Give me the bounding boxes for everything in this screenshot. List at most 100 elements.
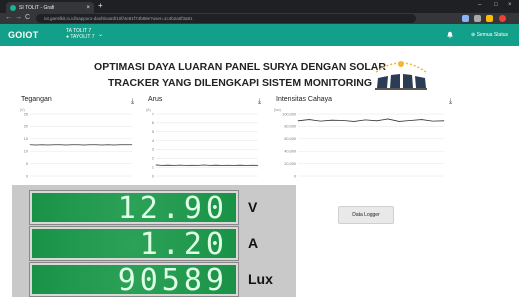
data-point: [342, 120, 344, 121]
data-point: [161, 165, 163, 166]
data-point: [227, 164, 229, 166]
data-point: [125, 144, 127, 146]
data-point: [83, 144, 85, 146]
data-point: [203, 164, 205, 166]
data-point: [41, 144, 43, 146]
lux-value: 90589: [117, 263, 228, 297]
extension-icon[interactable]: [462, 15, 469, 22]
tab-close-icon[interactable]: ×: [86, 5, 90, 11]
current-unit: A: [248, 235, 259, 251]
back-icon[interactable]: ←: [5, 14, 12, 21]
maximize-icon[interactable]: □: [494, 2, 498, 8]
y-tick-label: 3: [152, 148, 154, 152]
chart-intensitas-cahaya: (lux)100,000 80,000 60,000 40,000 20,000 0: [274, 108, 445, 178]
chevron-down-icon[interactable]: ⌄: [98, 31, 103, 38]
url-field[interactable]: iot.gantilkit.io.id/sapporo-dashboard/10…: [36, 14, 416, 23]
y-tick-label: 20,000: [284, 162, 296, 166]
data-point: [443, 120, 445, 122]
minimize-icon[interactable]: –: [478, 2, 481, 8]
all-status-label: Semua Status: [476, 32, 508, 38]
lcd-lux: 90589: [29, 262, 239, 297]
extension-icon[interactable]: [486, 15, 493, 22]
data-point: [35, 144, 37, 146]
new-tab-icon[interactable]: +: [98, 2, 103, 10]
app-logo[interactable]: GOIOT: [8, 30, 39, 40]
browser-tab-bar: SI TOLIT - Grafi × + – □ ×: [0, 0, 519, 13]
voltage-unit: V: [248, 199, 258, 215]
y-tick-label: 25: [24, 112, 28, 116]
data-point: [167, 164, 169, 166]
y-tick-label: 7: [152, 112, 154, 116]
data-point: [185, 165, 187, 166]
chart-title-intensitas: Intensitas Cahaya: [276, 96, 333, 103]
page-title: OPTIMASI DAYA LUARAN PANEL SURYA DENGAN …: [80, 59, 400, 91]
y-tick-label: 0: [152, 174, 154, 178]
chart-title-tegangan: Tegangan: [21, 96, 52, 103]
data-point: [432, 120, 434, 122]
y-tick-label: 4: [152, 139, 154, 143]
download-icon[interactable]: ⤓: [258, 98, 261, 105]
data-point: [53, 144, 55, 146]
y-tick-label: 15: [24, 137, 28, 141]
data-point: [95, 144, 97, 146]
voltage-value: 12.90: [117, 191, 228, 226]
data-point: [353, 121, 355, 122]
data-point: [101, 144, 103, 146]
data-point: [365, 119, 366, 121]
data-point: [331, 119, 332, 121]
all-status-button[interactable]: ⊕ Semua Status: [471, 32, 508, 38]
data-point: [173, 165, 175, 166]
series-line: [297, 118, 445, 122]
data-point: [387, 118, 389, 120]
y-tick-label: 6: [152, 121, 154, 125]
y-unit-label: (lux): [274, 108, 281, 112]
data-point: [197, 165, 199, 166]
data-point: [251, 164, 253, 166]
download-icon[interactable]: ⤓: [131, 98, 134, 105]
data-point: [65, 144, 67, 146]
chart-title-arus: Arus: [148, 96, 163, 103]
data-logger-button[interactable]: Data Logger: [338, 206, 394, 224]
y-tick-label: 1: [152, 165, 154, 169]
bell-icon[interactable]: [446, 31, 454, 41]
y-tick-label: 0: [294, 174, 296, 178]
y-tick-label: 100,000: [282, 112, 296, 116]
data-point: [179, 164, 181, 166]
data-point: [47, 144, 49, 146]
solar-panel-logo: [375, 61, 427, 90]
browser-tab[interactable]: SI TOLIT - Grafi ×: [6, 2, 94, 13]
data-point: [77, 144, 79, 146]
data-point: [113, 144, 115, 146]
download-icon[interactable]: ⤓: [449, 98, 452, 105]
data-point: [308, 119, 310, 120]
profile-icon[interactable]: [499, 15, 506, 22]
data-point: [297, 120, 299, 122]
data-point: [155, 164, 157, 166]
data-point: [215, 164, 217, 166]
lux-unit: Lux: [248, 271, 273, 287]
circle-plus-icon: ⊕: [471, 32, 476, 38]
data-point: [29, 144, 31, 146]
page-title-line1: OPTIMASI DAYA LUARAN PANEL SURYA DENGAN …: [94, 61, 386, 73]
chart-arus: (A)7 6 5 4 3 2 1 0: [146, 108, 259, 178]
y-tick-label: 0: [26, 174, 28, 178]
device-selector[interactable]: TA TOLIT 7 ● TAYOLIT 7: [66, 28, 95, 40]
forward-icon[interactable]: →: [15, 14, 22, 21]
page-title-line2: TRACKER YANG DILENGKAPI SISTEM MONITORIN…: [107, 77, 373, 89]
data-point: [257, 165, 259, 166]
data-point: [119, 144, 121, 146]
data-point: [221, 165, 223, 166]
data-point: [245, 165, 247, 166]
data-point: [410, 120, 411, 121]
data-point: [233, 165, 235, 166]
data-point: [59, 144, 61, 146]
extension-icon[interactable]: [474, 15, 481, 22]
y-tick-label: 2: [152, 157, 154, 161]
data-point: [209, 165, 211, 166]
app-header: GOIOT TA TOLIT 7 ● TAYOLIT 7 ⌄ ⊕ Semua S…: [0, 24, 519, 46]
close-window-icon[interactable]: ×: [508, 2, 512, 8]
tab-title: SI TOLIT - Grafi: [19, 4, 55, 11]
reload-icon[interactable]: C: [25, 14, 30, 21]
address-bar: ← → C iot.gantilkit.io.id/sapporo-dashbo…: [0, 13, 519, 24]
y-unit-label: (A): [146, 108, 151, 112]
